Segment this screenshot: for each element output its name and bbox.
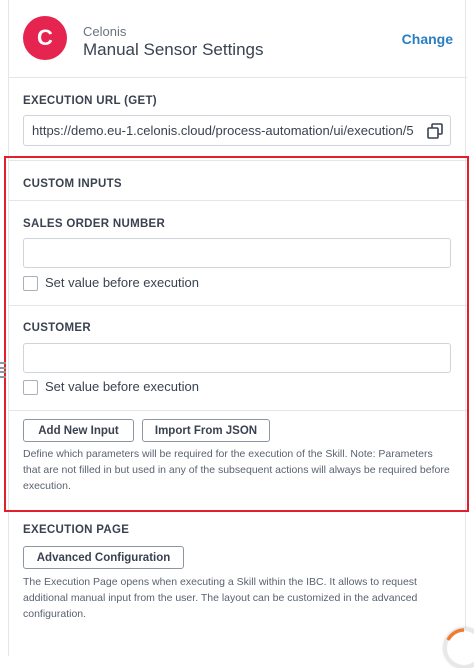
execution-url-field[interactable]: https://demo.eu-1.celonis.cloud/process-… xyxy=(23,115,451,146)
resize-handle-icon[interactable] xyxy=(0,362,8,378)
vendor-name: Celonis xyxy=(83,24,127,39)
celonis-logo: C xyxy=(23,16,67,60)
page-title: Manual Sensor Settings xyxy=(83,40,264,59)
highlight-frame xyxy=(4,156,469,512)
help-progress-arc-icon xyxy=(446,628,465,641)
logo-letter: C xyxy=(37,25,53,50)
copy-icon[interactable] xyxy=(426,122,444,140)
change-button[interactable]: Change xyxy=(402,31,453,47)
advanced-configuration-button[interactable]: Advanced Configuration xyxy=(23,546,184,569)
execution-url-label: EXECUTION URL (GET) xyxy=(23,95,157,107)
panel-header: C Celonis Manual Sensor Settings Change xyxy=(9,0,467,78)
execution-page-label: EXECUTION PAGE xyxy=(23,524,130,536)
execution-page-help-text: The Execution Page opens when executing … xyxy=(23,576,418,620)
execution-url-value: https://demo.eu-1.celonis.cloud/process-… xyxy=(32,123,414,138)
